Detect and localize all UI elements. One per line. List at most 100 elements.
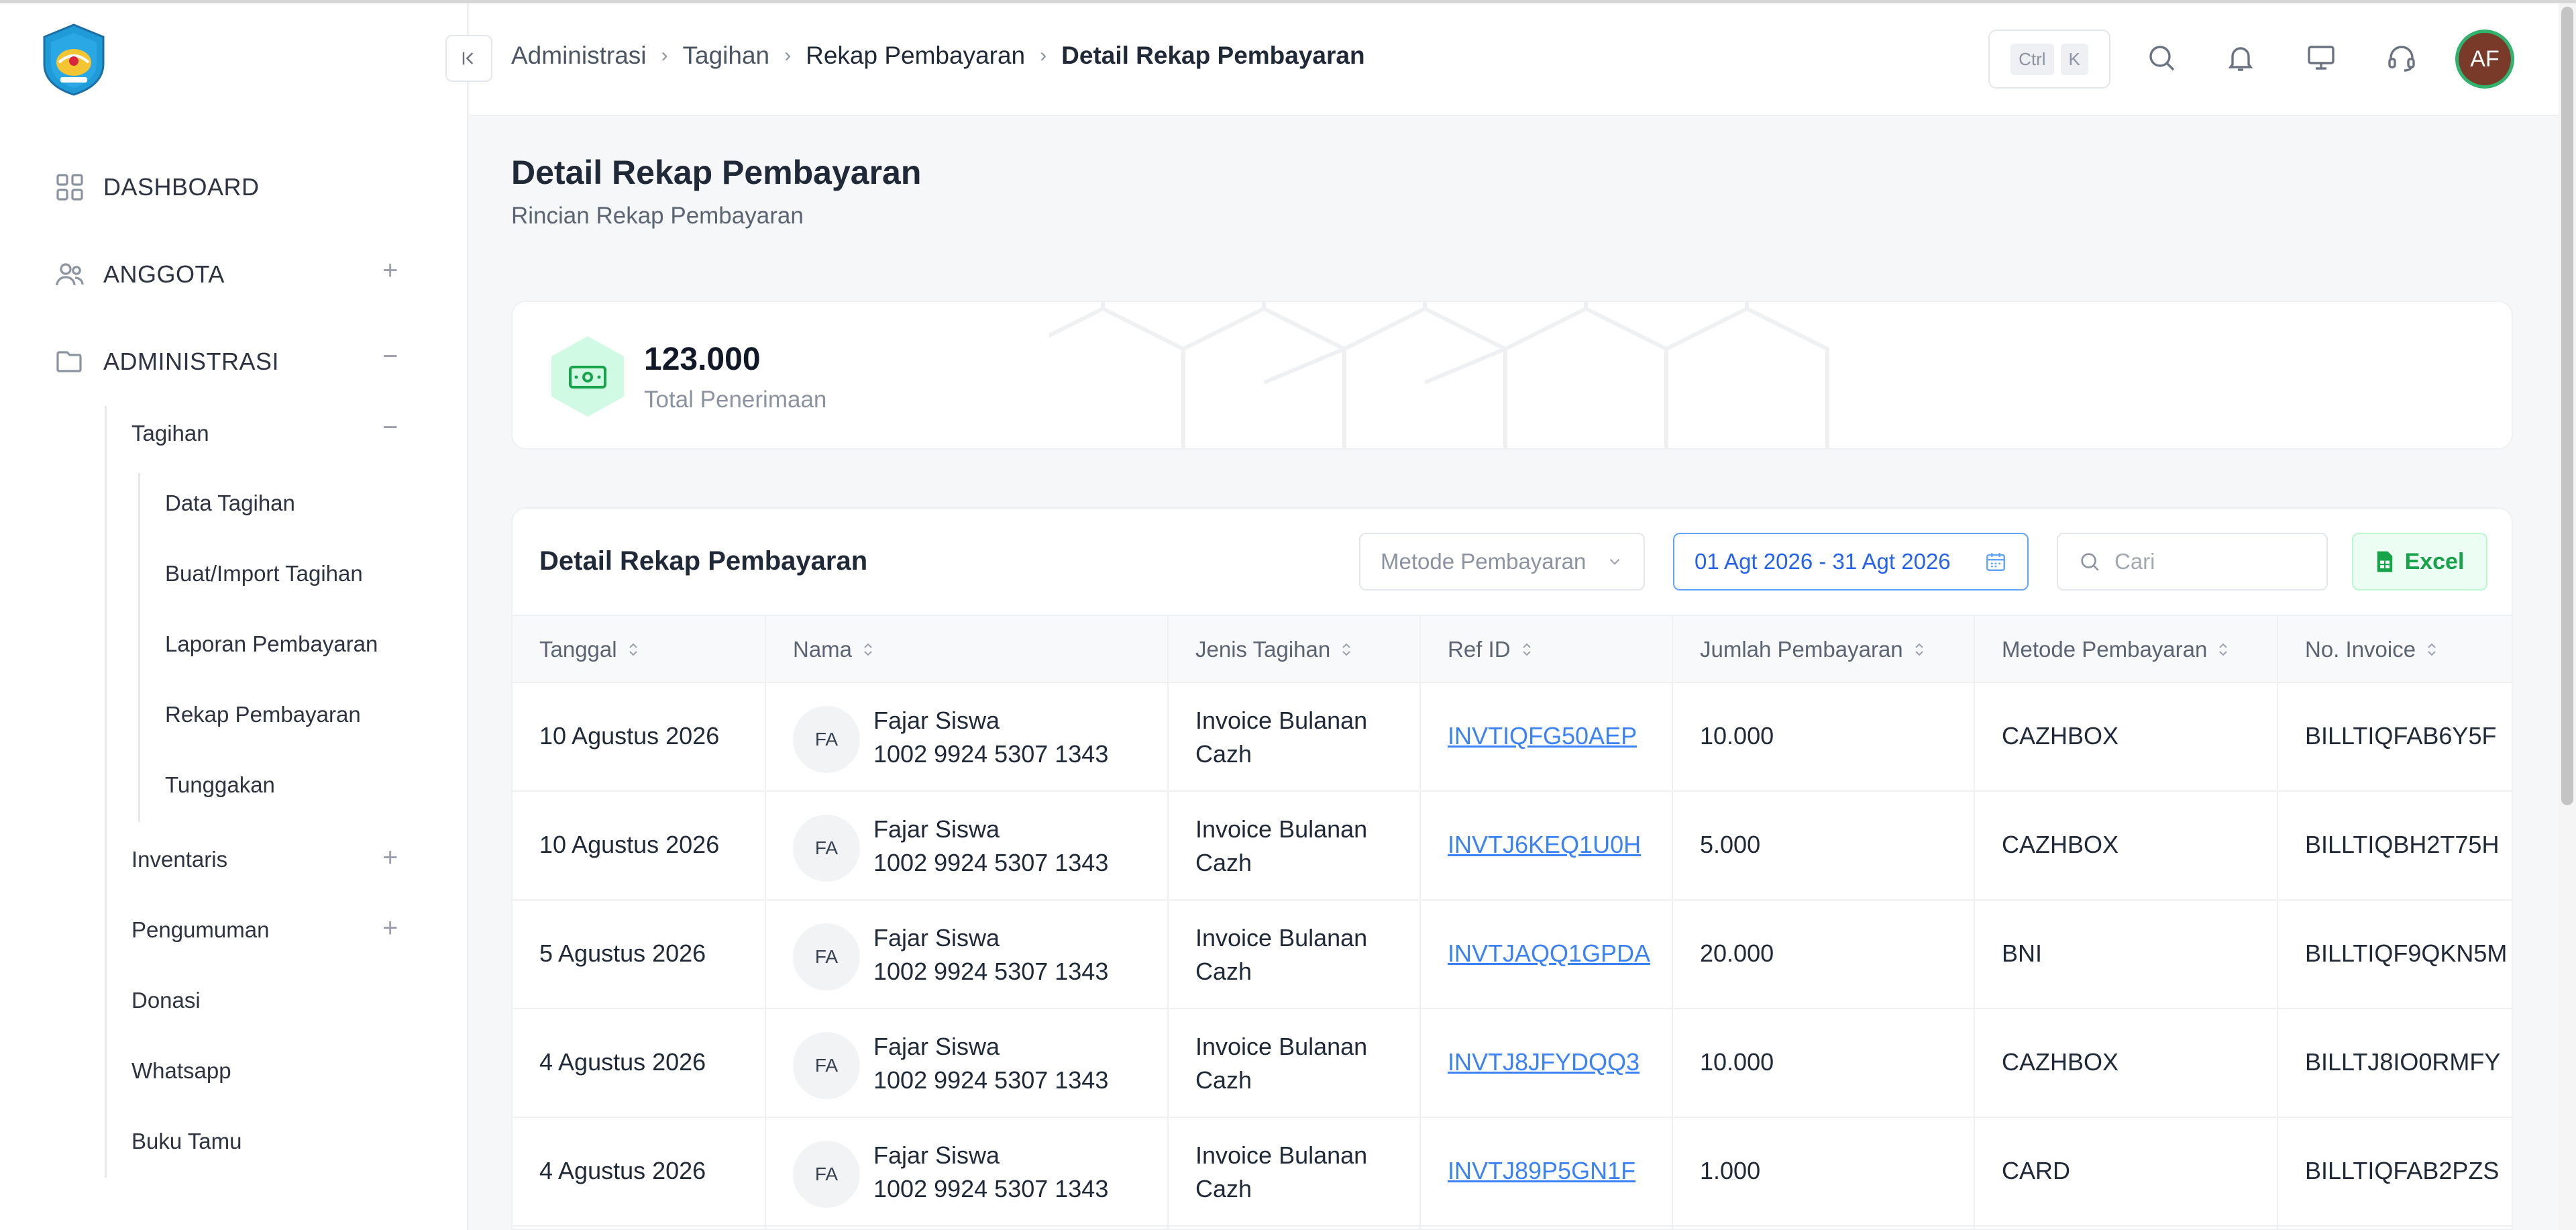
page-scrollbar-thumb[interactable]: [2561, 7, 2573, 805]
headset-icon[interactable]: [2385, 42, 2418, 74]
collapse-tagihan-icon[interactable]: −: [382, 414, 398, 441]
breadcrumb-rekap-pembayaran[interactable]: Rekap Pembayaran: [806, 42, 1025, 70]
app-logo[interactable]: [39, 22, 109, 97]
member-number: 1002 9924 5307 1343: [873, 1066, 1109, 1094]
cell-tanggal: 4 Agustus 2026: [539, 1157, 706, 1184]
nav-tunggakan[interactable]: Tunggakan: [165, 772, 275, 798]
table-search-input[interactable]: Cari: [2057, 533, 2328, 591]
member-initials-avatar: FA: [793, 1141, 860, 1208]
nav-whatsapp[interactable]: Whatsapp: [131, 1058, 231, 1084]
col-nama-label: Nama: [793, 637, 853, 662]
breadcrumb-administrasi[interactable]: Administrasi: [511, 42, 647, 70]
expand-anggota-icon[interactable]: +: [382, 257, 398, 284]
nav-buku-tamu[interactable]: Buku Tamu: [131, 1129, 241, 1154]
cell-metode: BNI: [2002, 939, 2043, 967]
table-row[interactable]: 4 Agustus 2026 FA Fajar Siswa 1002 9924 5…: [513, 1118, 2512, 1227]
nav-dashboard[interactable]: DASHBOARD: [54, 171, 260, 203]
member-name: Fajar Siswa: [873, 1141, 1000, 1169]
cell-nama: Fajar Siswa 1002 9924 5307 1343: [873, 1139, 1108, 1206]
col-no-invoice[interactable]: No. Invoice: [2305, 616, 2437, 683]
sort-icon: [864, 643, 872, 656]
nav-tagihan[interactable]: Tagihan: [131, 421, 209, 446]
nav-administrasi-label: ADMINISTRASI: [103, 348, 280, 375]
col-tanggal[interactable]: Tanggal: [539, 616, 639, 683]
nav-laporan-pembayaran[interactable]: Laporan Pembayaran: [165, 631, 378, 657]
cell-ref-id-link[interactable]: INVTJ89P5GN1F: [1448, 1154, 1635, 1188]
export-excel-label: Excel: [2404, 548, 2465, 574]
search-icon[interactable]: [2145, 42, 2178, 74]
cell-nama: Fajar Siswa 1002 9924 5307 1343: [873, 921, 1108, 988]
col-jenis-tagihan[interactable]: Jenis Tagihan: [1195, 616, 1352, 683]
tree-line: [105, 406, 107, 1178]
cell-jenis-tagihan: Invoice Bulanan Cazh: [1195, 1030, 1367, 1097]
col-ref-id-label: Ref ID: [1448, 637, 1511, 662]
bill-type-line-1: Invoice Bulanan: [1195, 707, 1368, 734]
monitor-icon[interactable]: [2305, 42, 2337, 74]
spreadsheet-icon: [2377, 551, 2392, 572]
nav-donasi[interactable]: Donasi: [131, 988, 201, 1013]
cell-invoice: BILLTIQFAB6Y5F: [2305, 722, 2497, 750]
table-row[interactable]: 4 Agustus 2026 FA Fajar Siswa 1002 9924 5…: [513, 1009, 2512, 1118]
col-metode-pembayaran[interactable]: Metode Pembayaran: [2002, 616, 2229, 683]
cell-invoice: BILLTIQBH2T75H: [2305, 831, 2500, 858]
expand-pengumuman-icon[interactable]: +: [382, 915, 398, 941]
command-palette-shortcut[interactable]: Ctrl K: [1988, 30, 2110, 89]
user-avatar[interactable]: AF: [2455, 30, 2514, 89]
sort-icon: [2428, 643, 2436, 656]
cell-ref-id-link[interactable]: INVTJ6KEQ1U0H: [1448, 828, 1641, 862]
sort-icon: [1915, 643, 1923, 656]
sort-icon: [629, 643, 637, 656]
nav-rekap-pembayaran[interactable]: Rekap Pembayaran: [165, 702, 361, 727]
users-icon: [56, 263, 84, 286]
date-range-picker[interactable]: 01 Agt 2026 - 31 Agt 2026: [1673, 533, 2029, 591]
collapse-sidebar-button[interactable]: [445, 35, 492, 82]
col-jumlah-pembayaran[interactable]: Jumlah Pembayaran: [1700, 616, 1925, 683]
sort-icon: [1342, 643, 1350, 656]
page-title: Detail Rekap Pembayaran: [511, 154, 922, 191]
cell-tanggal: 5 Agustus 2026: [539, 939, 706, 967]
chevron-down-icon: [1609, 558, 1620, 565]
bill-type-line-1: Invoice Bulanan: [1195, 815, 1368, 843]
nav-administrasi[interactable]: ADMINISTRASI: [54, 346, 279, 378]
collapse-administrasi-icon[interactable]: −: [382, 343, 398, 370]
nav-buat-import-tagihan[interactable]: Buat/Import Tagihan: [165, 561, 363, 586]
cell-jumlah: 1.000: [1700, 1157, 1761, 1184]
nav-anggota[interactable]: ANGGOTA: [54, 258, 225, 291]
col-tanggal-label: Tanggal: [539, 637, 617, 662]
cell-metode: CAZHBOX: [2002, 1048, 2119, 1076]
cell-ref-id-link[interactable]: INVTIQFG50AEP: [1448, 719, 1637, 753]
member-number: 1002 9924 5307 1343: [873, 849, 1109, 876]
cell-ref-id-link[interactable]: INVTJ8JFYDQQ3: [1448, 1045, 1640, 1079]
table-row[interactable]: 5 Agustus 2026 FA Fajar Siswa 1002 9924 5…: [513, 901, 2512, 1009]
table-row[interactable]: 10 Agustus 2026 FA Fajar Siswa 1002 9924 …: [513, 683, 2512, 792]
total-receipt-label: Total Penerimaan: [644, 387, 827, 413]
cell-invoice: BILLTIQFAB2PZS: [2305, 1157, 2500, 1184]
col-ref-id[interactable]: Ref ID: [1448, 616, 1532, 683]
cell-metode: CAZHBOX: [2002, 831, 2119, 858]
export-excel-button[interactable]: Excel: [2352, 533, 2487, 591]
member-initials-avatar: FA: [793, 1032, 860, 1099]
col-no-invoice-label: No. Invoice: [2305, 637, 2416, 662]
cell-nama: Fajar Siswa 1002 9924 5307 1343: [873, 704, 1108, 771]
expand-inventaris-icon[interactable]: +: [382, 844, 398, 871]
kbd-k: K: [2060, 43, 2088, 75]
col-nama[interactable]: Nama: [793, 616, 873, 683]
nav-data-tagihan[interactable]: Data Tagihan: [165, 491, 295, 516]
cell-jenis-tagihan: Invoice Bulanan Cazh: [1195, 1139, 1367, 1206]
tree-line-tagihan: [138, 473, 140, 822]
nav-pengumuman[interactable]: Pengumuman: [131, 917, 269, 943]
bell-icon[interactable]: [2224, 42, 2257, 74]
table-header: Tanggal Nama Jenis Tagihan Ref ID Jumlah…: [513, 615, 2512, 683]
table-title: Detail Rekap Pembayaran: [539, 546, 868, 576]
folder-icon: [56, 351, 82, 372]
breadcrumb-tagihan[interactable]: Tagihan: [683, 42, 770, 70]
sort-icon: [2219, 643, 2228, 656]
collapse-left-icon: [462, 52, 474, 65]
cell-invoice: BILLTIQF9QKN5M: [2305, 939, 2508, 967]
bill-type-line-2: Cazh: [1195, 740, 1252, 768]
nav-inventaris[interactable]: Inventaris: [131, 847, 227, 872]
cell-ref-id-link[interactable]: INVTJAQQ1GPDA: [1448, 937, 1650, 970]
member-number: 1002 9924 5307 1343: [873, 1175, 1109, 1202]
table-row[interactable]: 10 Agustus 2026 FA Fajar Siswa 1002 9924 …: [513, 792, 2512, 901]
payment-method-select[interactable]: Metode Pembayaran: [1359, 533, 1645, 591]
